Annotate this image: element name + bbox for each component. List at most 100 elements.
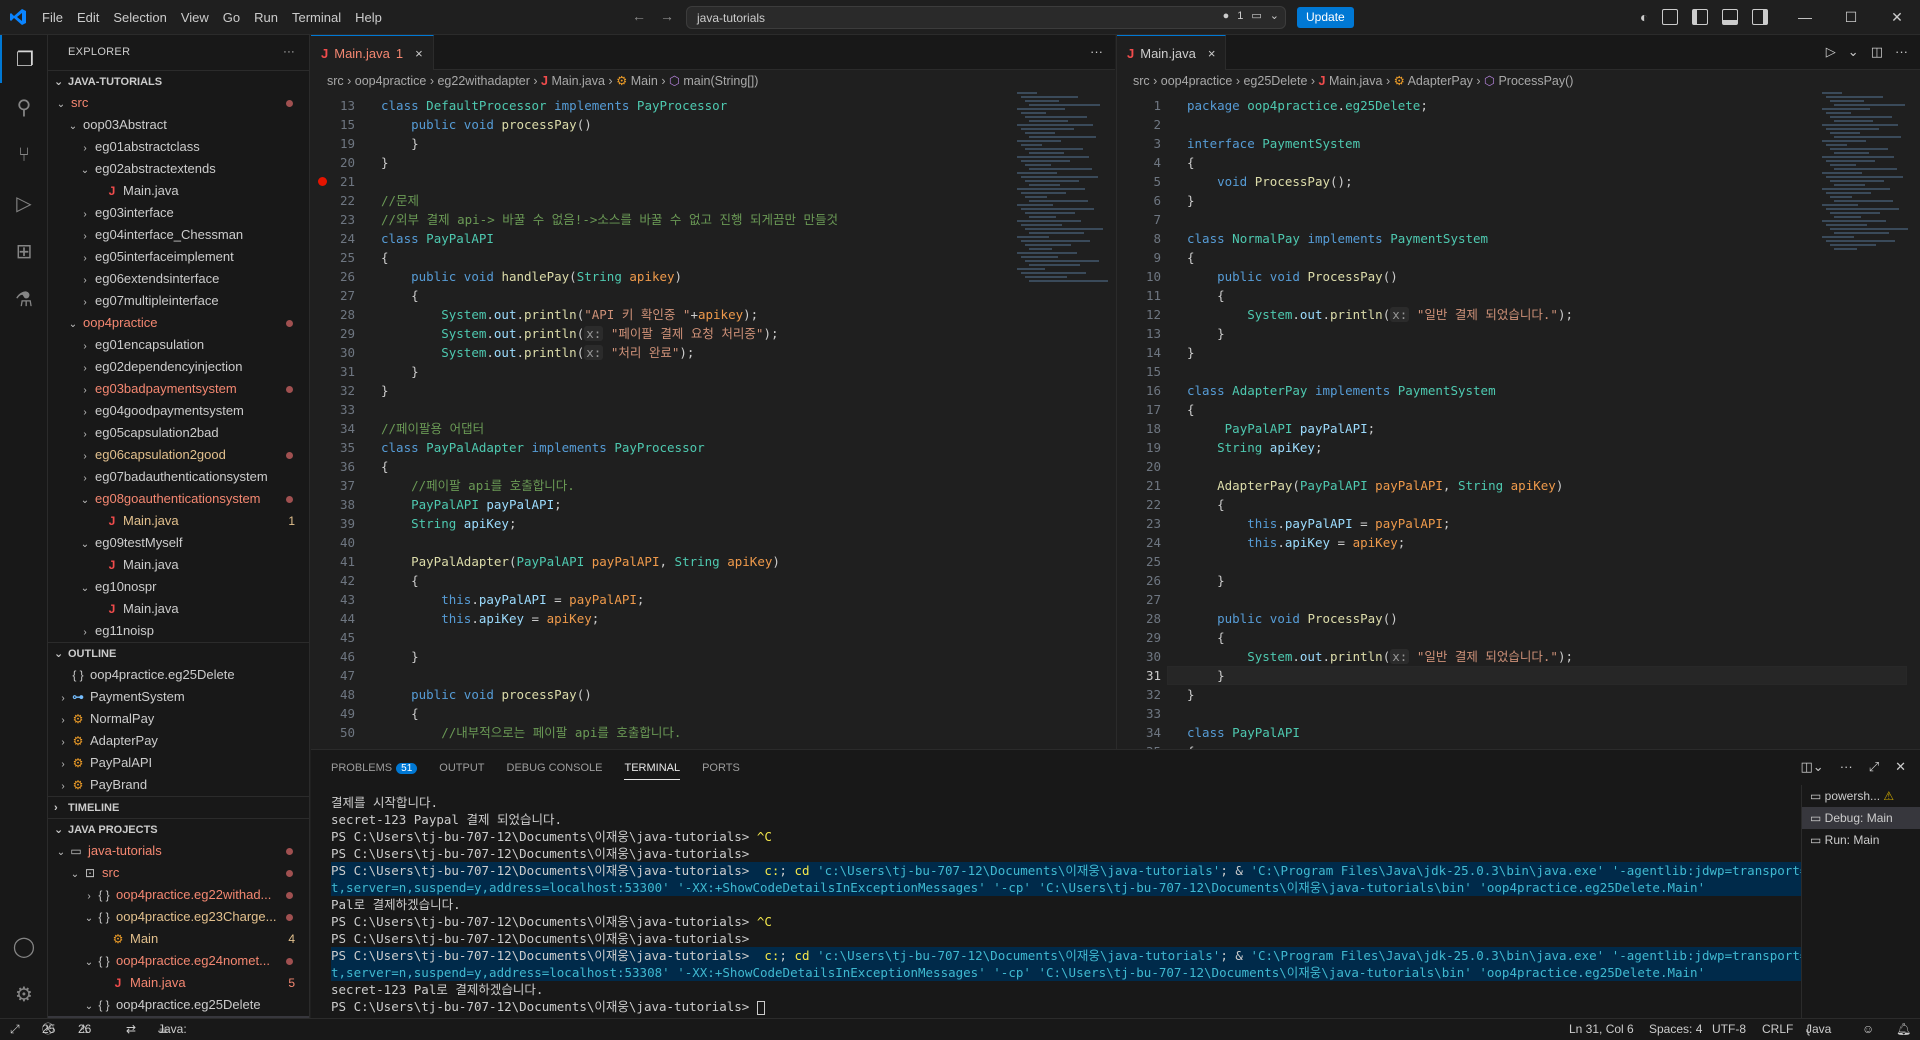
breadcrumb-item[interactable]: AdapterPay: [1408, 74, 1473, 88]
java-project-item[interactable]: ⚙ Main 4: [48, 928, 309, 950]
file-item[interactable]: J Main.java 1: [48, 510, 309, 532]
folder-item[interactable]: › eg03interface: [48, 202, 309, 224]
menu-file[interactable]: File: [35, 0, 70, 35]
file-item[interactable]: J Main.java: [48, 180, 309, 202]
breadcrumb-item[interactable]: src: [1133, 74, 1150, 88]
customize-layout-icon[interactable]: [1662, 9, 1679, 25]
java-project-item[interactable]: J Main.java 5: [48, 972, 309, 994]
terminal-instance[interactable]: ▭ Debug: Main: [1802, 807, 1920, 829]
terminal-instance[interactable]: ▭ Run: Main: [1802, 829, 1920, 851]
search-icon[interactable]: ⚲: [0, 83, 48, 131]
breadcrumb-item[interactable]: main(String[]): [683, 74, 758, 88]
project-section-header[interactable]: ⌄ JAVA-TUTORIALS: [48, 70, 309, 92]
extensions-icon[interactable]: ⊞: [0, 227, 48, 275]
folder-item[interactable]: ⌄ eg08goauthenticationsystem: [48, 488, 309, 510]
more-actions-icon[interactable]: ···: [1840, 759, 1853, 775]
update-button[interactable]: Update: [1297, 7, 1354, 28]
close-window-icon[interactable]: ✕: [1874, 0, 1920, 35]
run-icon[interactable]: ▷: [1826, 44, 1836, 60]
outline-section-header[interactable]: ⌄ OUTLINE: [48, 642, 309, 664]
toggle-panel-icon[interactable]: [1722, 9, 1739, 25]
menu-run[interactable]: Run: [247, 0, 285, 35]
chevron-down-icon[interactable]: ⌄: [1848, 44, 1859, 60]
terminal-instance[interactable]: ▭ powersh... ⚠: [1802, 785, 1920, 807]
run-debug-icon[interactable]: ▷: [0, 179, 48, 227]
account-icon[interactable]: ◯: [0, 922, 48, 970]
breadcrumb-item[interactable]: Main: [631, 74, 658, 88]
source-control-icon[interactable]: ⑂: [0, 131, 48, 179]
java-projects-section-header[interactable]: ⌄ JAVA PROJECTS: [48, 818, 309, 840]
file-item[interactable]: J Main.java: [48, 554, 309, 576]
notifications-bell-icon[interactable]: 🔔︎: [1896, 1019, 1911, 1040]
breadcrumb-item[interactable]: src: [327, 74, 344, 88]
editor-tab[interactable]: J Main.java 1 ×: [311, 35, 434, 70]
folder-item[interactable]: › eg07multipleinterface: [48, 290, 309, 312]
ports-icon[interactable]: ⇄: [126, 1019, 136, 1040]
folder-item[interactable]: ⌄ eg02abstractextends: [48, 158, 309, 180]
outline-item[interactable]: › ⚙ PayBrand: [48, 774, 309, 796]
testing-icon[interactable]: ⚗: [0, 275, 48, 323]
folder-item[interactable]: ⌄ eg09testMyself: [48, 532, 309, 554]
breadcrumb-item[interactable]: oop4practice: [1161, 74, 1233, 88]
folder-item[interactable]: › eg01encapsulation: [48, 334, 309, 356]
copilot-icon[interactable]: ☺: [1862, 1019, 1874, 1040]
breakpoint-icon[interactable]: [318, 177, 327, 186]
accounts-sync-icon[interactable]: ◐: [1640, 9, 1648, 25]
folder-item[interactable]: › eg06extendsinterface: [48, 268, 309, 290]
menu-terminal[interactable]: Terminal: [285, 0, 348, 35]
menu-help[interactable]: Help: [348, 0, 389, 35]
terminal-output[interactable]: 결제를 시작합니다. secret-123 Paypal 결제 되었습니다. PS …: [331, 794, 1801, 1015]
back-arrow-icon[interactable]: ←: [632, 8, 646, 24]
java-project-item[interactable]: ⌄ ▭ java-tutorials: [48, 840, 309, 862]
split-editor-icon[interactable]: ◫: [1871, 44, 1883, 60]
folder-item[interactable]: › eg04interface_Chessman: [48, 224, 309, 246]
toggle-sidebar-icon[interactable]: [1692, 9, 1709, 25]
folder-item[interactable]: ⌄ src: [48, 92, 309, 114]
breadcrumb-item[interactable]: eg25Delete: [1243, 74, 1307, 88]
close-tab-icon[interactable]: ×: [1208, 46, 1216, 61]
tab-output[interactable]: OUTPUT: [439, 762, 484, 774]
folder-item[interactable]: ⌄ oop4practice: [48, 312, 309, 334]
java-project-item[interactable]: › { } oop4practice.eg22withad...: [48, 884, 309, 906]
remote-icon[interactable]: ⤢: [10, 1019, 20, 1040]
folder-item[interactable]: ⌄ eg10nospr: [48, 576, 309, 598]
maximize-panel-icon[interactable]: ⤢: [1869, 759, 1879, 775]
folder-item[interactable]: › eg01abstractclass: [48, 136, 309, 158]
more-actions-icon[interactable]: ···: [1895, 44, 1908, 60]
chevron-down-icon[interactable]: ⌄: [1270, 9, 1279, 22]
explorer-icon[interactable]: ❐: [0, 35, 48, 83]
forward-arrow-icon[interactable]: →: [660, 8, 674, 24]
tab-ports[interactable]: PORTS: [702, 762, 740, 774]
breadcrumb-item[interactable]: ProcessPay(): [1498, 74, 1573, 88]
editor-tab[interactable]: J Main.java ×: [1117, 35, 1227, 70]
folder-item[interactable]: › eg02dependencyinjection: [48, 356, 309, 378]
folder-item[interactable]: › eg04goodpaymentsystem: [48, 400, 309, 422]
minimap[interactable]: [1017, 92, 1108, 332]
more-actions-icon[interactable]: ···: [1090, 44, 1103, 59]
minimize-icon[interactable]: —: [1782, 0, 1828, 35]
menu-view[interactable]: View: [174, 0, 216, 35]
timeline-section-header[interactable]: › TIMELINE: [48, 796, 309, 818]
indentation[interactable]: Spaces: 4: [1649, 1019, 1702, 1040]
java-project-item[interactable]: ⌄ ⊡ src: [48, 862, 309, 884]
breadcrumb-item[interactable]: Main.java: [1329, 74, 1383, 88]
breadcrumb-item[interactable]: eg22withadapter: [437, 74, 529, 88]
encoding[interactable]: UTF-8: [1712, 1019, 1746, 1040]
chat-icon[interactable]: ▭: [1251, 9, 1261, 22]
tab-terminal[interactable]: TERMINAL: [624, 762, 681, 780]
menu-go[interactable]: Go: [216, 0, 247, 35]
menu-selection[interactable]: Selection: [106, 0, 173, 35]
folder-item[interactable]: › eg07badauthenticationsystem: [48, 466, 309, 488]
tab-debug-console[interactable]: DEBUG CONSOLE: [507, 762, 603, 774]
folder-item[interactable]: ⌄ oop03Abstract: [48, 114, 309, 136]
folder-item[interactable]: › eg11noisp: [48, 620, 309, 642]
folder-item[interactable]: › eg05interfaceimplement: [48, 246, 309, 268]
folder-item[interactable]: › eg05capsulation2bad: [48, 422, 309, 444]
java-project-item[interactable]: ⌄ { } oop4practice.eg23Charge...: [48, 906, 309, 928]
menu-edit[interactable]: Edit: [70, 0, 106, 35]
close-panel-icon[interactable]: ✕: [1895, 759, 1906, 775]
outline-item[interactable]: { } oop4practice.eg25Delete: [48, 664, 309, 686]
breadcrumb-item[interactable]: oop4practice: [355, 74, 427, 88]
tab-problems[interactable]: PROBLEMS 51: [331, 762, 418, 774]
outline-item[interactable]: › ⊶ PaymentSystem: [48, 686, 309, 708]
